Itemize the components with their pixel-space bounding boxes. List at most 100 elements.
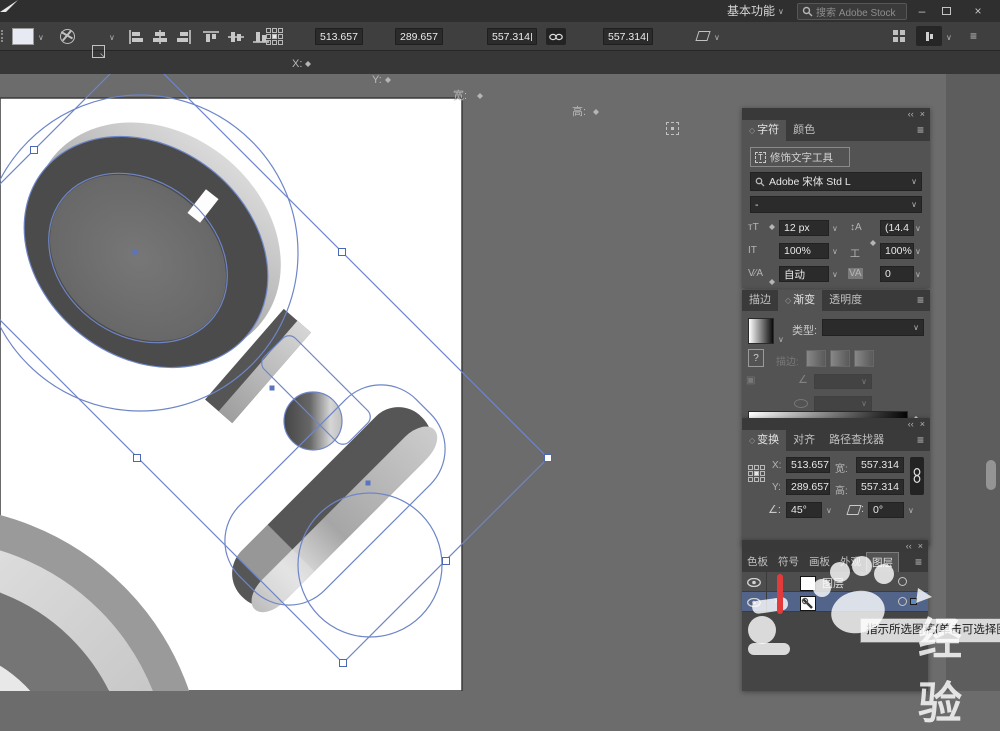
chevron-down-icon[interactable]: ∨ [946, 33, 952, 42]
collapse-icon[interactable]: ‹‹ [906, 541, 912, 551]
chevron-down-icon[interactable]: ∨ [908, 506, 914, 515]
visibility-eye-icon[interactable] [747, 578, 761, 587]
height-field[interactable]: 557.314 [856, 479, 904, 495]
align-top-icon[interactable] [203, 30, 219, 44]
horizontal-scale-field[interactable]: 100% [880, 243, 914, 259]
restore-button[interactable] [942, 0, 951, 15]
gradient-swatch[interactable] [748, 318, 774, 344]
panel-menu-icon[interactable]: ≡ [909, 552, 928, 573]
selected-art-indicator[interactable] [910, 598, 917, 605]
shear-tool-icon[interactable] [695, 31, 711, 41]
tab-stroke[interactable]: 描边 [742, 290, 778, 311]
scale-bounds-icon[interactable] [666, 122, 679, 135]
layer-row[interactable]: 图层 [742, 572, 928, 592]
width-field[interactable]: 557.314 [487, 28, 537, 45]
shear-field[interactable]: 0° [868, 502, 904, 518]
align-vcenter-icon[interactable] [228, 30, 244, 44]
panel-menu-icon[interactable]: ≡ [911, 290, 930, 311]
align-center-icon[interactable] [152, 30, 168, 44]
chevron-down-icon[interactable]: ∨ [832, 270, 838, 279]
reference-point-grid[interactable] [266, 28, 283, 45]
touch-type-tool-button[interactable]: T 修饰文字工具 [750, 147, 850, 167]
height-stepper[interactable] [592, 104, 601, 120]
menu-icon[interactable]: ≡ [970, 30, 977, 42]
tab-pathfinder[interactable]: 路径查找器 [822, 430, 891, 451]
width-stepper[interactable] [476, 88, 485, 104]
layer-thumbnail[interactable] [800, 576, 816, 591]
chevron-down-icon[interactable]: ∨ [915, 270, 921, 279]
vertical-scale-field[interactable]: 100% [779, 243, 829, 259]
arrange-documents-button[interactable] [916, 26, 942, 46]
x-stepper[interactable] [304, 56, 313, 72]
font-family-select[interactable]: Adobe 宋体 Std L ∨ [750, 172, 922, 191]
layer-row-selected[interactable]: › [742, 592, 928, 612]
chevron-down-icon[interactable]: ∨ [832, 224, 838, 233]
x-field[interactable]: 513.657 [786, 457, 830, 473]
transform-presets-icon[interactable] [92, 45, 106, 60]
close-icon[interactable]: × [918, 541, 923, 551]
dock-divider-handle[interactable] [986, 460, 996, 490]
y-field[interactable]: 289.657 [395, 28, 443, 45]
link-dimensions-button[interactable] [546, 28, 566, 45]
vertical-scale-stepper[interactable] [768, 274, 777, 290]
align-right-icon[interactable] [176, 30, 192, 44]
close-icon[interactable]: × [920, 109, 925, 119]
panel-dock-icon[interactable] [893, 30, 905, 42]
gradient-annotator-icon[interactable]: ? [748, 349, 764, 367]
y-stepper[interactable] [384, 72, 393, 88]
reference-point-grid[interactable] [748, 465, 765, 482]
expand-arrow-icon[interactable]: › [774, 595, 778, 607]
rotate-field[interactable]: 45° [786, 502, 822, 518]
workspace-switcher[interactable]: 基本功能 [727, 0, 775, 22]
chevron-down-icon[interactable]: ∨ [714, 33, 720, 42]
chevron-down-icon[interactable]: ∨ [778, 335, 784, 344]
width-field[interactable]: 557.314 [856, 457, 904, 473]
collapse-icon[interactable]: ‹‹ [908, 109, 914, 119]
leading-field[interactable]: (14.4 [880, 220, 914, 236]
tab-appearance[interactable]: 外观 [835, 552, 866, 573]
tab-color[interactable]: 颜色 [786, 120, 822, 141]
chevron-down-icon[interactable]: ∨ [915, 224, 921, 233]
tab-gradient[interactable]: ◇ 渐变 [778, 290, 823, 311]
fill-color-swatch[interactable] [12, 28, 34, 45]
tab-transparency[interactable]: 透明度 [822, 290, 869, 311]
close-button[interactable]: × [968, 0, 988, 22]
font-size-field[interactable]: 12 px [779, 220, 829, 236]
tab-align[interactable]: 对齐 [786, 430, 822, 451]
close-icon[interactable]: × [920, 419, 925, 429]
tracking-field[interactable]: 0 [880, 266, 914, 282]
chevron-down-icon[interactable]: ∨ [915, 247, 921, 256]
layer-thumbnail[interactable] [800, 596, 816, 611]
visibility-eye-icon[interactable] [747, 598, 761, 607]
font-style-select[interactable]: - ∨ [750, 196, 922, 213]
recolor-artwork-icon[interactable] [60, 29, 75, 44]
font-size-stepper[interactable] [768, 219, 777, 235]
tab-symbols[interactable]: 符号 [773, 552, 804, 573]
chevron-down-icon[interactable]: ∨ [832, 247, 838, 256]
constrain-proportions-button[interactable] [910, 457, 924, 495]
height-field[interactable]: 557.314 [603, 28, 653, 45]
tab-transform[interactable]: ◇ 变换 [742, 430, 787, 451]
tab-swatches[interactable]: 色板 [742, 552, 773, 573]
panel-menu-icon[interactable]: ≡ [911, 120, 930, 141]
tab-artboards[interactable]: 画板 [804, 552, 835, 573]
x-field[interactable]: 513.657 [315, 28, 363, 45]
leading-stepper[interactable] [869, 235, 878, 251]
y-field[interactable]: 289.657 [786, 479, 830, 495]
minimize-button[interactable]: – [912, 0, 932, 22]
target-circle[interactable] [898, 597, 907, 606]
chevron-down-icon[interactable]: ∨ [109, 33, 115, 42]
search-input[interactable]: 搜索 Adobe Stock [797, 3, 907, 20]
panel-menu-icon[interactable]: ≡ [911, 430, 930, 451]
align-left-icon[interactable] [128, 30, 144, 44]
collapse-icon[interactable]: ‹‹ [908, 419, 914, 429]
chevron-down-icon[interactable]: ∨ [38, 33, 44, 42]
x-label: X: [292, 58, 303, 70]
chevron-down-icon[interactable]: ∨ [826, 506, 832, 515]
tab-character[interactable]: ◇ 字符 [742, 120, 787, 141]
tab-layers[interactable]: 图层 [866, 552, 899, 573]
gradient-type-select[interactable]: ∨ [822, 319, 924, 336]
layer-name[interactable]: 图层 [822, 575, 844, 591]
target-circle[interactable] [898, 577, 907, 586]
kerning-field[interactable]: 自动 [779, 266, 829, 282]
